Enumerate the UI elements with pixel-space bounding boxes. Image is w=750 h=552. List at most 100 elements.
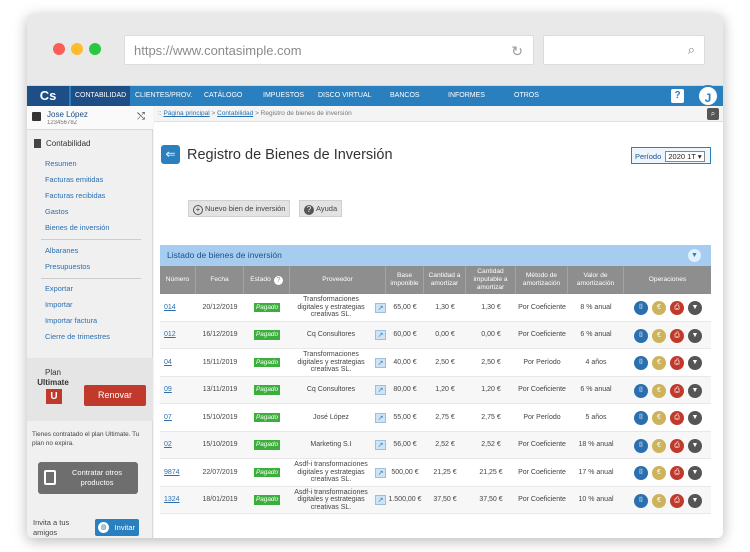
- minimize-dot[interactable]: [71, 43, 83, 55]
- print-icon[interactable]: ⎙: [670, 438, 684, 453]
- sidebar-item-cierre-trimestres[interactable]: Cierre de trimestres: [45, 332, 110, 341]
- chart-icon[interactable]: ↗: [375, 302, 386, 313]
- period-select[interactable]: 2020 1T ▾: [665, 151, 705, 162]
- attach-icon[interactable]: ⌷: [634, 411, 648, 425]
- print-icon[interactable]: ⎙: [670, 356, 684, 370]
- attach-icon[interactable]: ⌷: [634, 383, 648, 398]
- chart-icon[interactable]: ↗: [375, 467, 386, 478]
- row-number[interactable]: 04: [160, 349, 196, 376]
- coins-icon[interactable]: €: [652, 466, 666, 480]
- sidebar-item-importar-factura[interactable]: Importar factura: [45, 316, 97, 325]
- breadcrumb-section[interactable]: Contabilidad: [217, 110, 253, 117]
- chevron-down-icon[interactable]: ▼: [688, 411, 702, 425]
- print-icon[interactable]: ⎙: [670, 301, 684, 315]
- chevron-down-icon[interactable]: ▼: [688, 438, 702, 453]
- close-dot[interactable]: [53, 43, 65, 55]
- sidebar-item-bienes-inversion[interactable]: Bienes de inversión: [45, 223, 110, 232]
- print-icon[interactable]: ⎙: [670, 383, 684, 398]
- print-icon[interactable]: ⎙: [670, 411, 684, 425]
- sidebar-item-resumen[interactable]: Resumen: [45, 159, 77, 168]
- col-proveedor[interactable]: Proveedor: [290, 266, 386, 294]
- user-name[interactable]: Jose López: [47, 110, 88, 119]
- coins-icon[interactable]: €: [652, 301, 666, 315]
- coins-icon[interactable]: €: [652, 383, 666, 398]
- attach-icon[interactable]: ⌷: [634, 466, 648, 480]
- coins-icon[interactable]: €: [652, 356, 666, 370]
- sidebar-item-facturas-recibidas[interactable]: Facturas recibidas: [45, 191, 105, 200]
- maximize-dot[interactable]: [89, 43, 101, 55]
- shuffle-icon[interactable]: ⤭: [137, 111, 145, 122]
- chart-icon[interactable]: ↗: [375, 440, 386, 450]
- chevron-down-icon[interactable]: ▼: [688, 493, 702, 508]
- new-asset-button[interactable]: + Nuevo bien de inversión: [188, 200, 291, 217]
- chevron-down-icon[interactable]: ▼: [688, 328, 702, 343]
- nav-contabilidad[interactable]: CONTABILIDAD: [71, 86, 131, 106]
- back-icon[interactable]: ⇐: [161, 145, 180, 164]
- chevron-down-icon[interactable]: ▼: [688, 356, 702, 370]
- attach-icon[interactable]: ⌷: [634, 301, 648, 315]
- question-icon[interactable]: ?: [273, 275, 283, 285]
- chart-icon[interactable]: ↗: [375, 412, 386, 423]
- row-number[interactable]: 07: [160, 404, 196, 431]
- print-icon[interactable]: ⎙: [670, 493, 684, 508]
- nav-bancos[interactable]: BANCOS: [390, 86, 420, 106]
- coins-icon[interactable]: €: [652, 411, 666, 425]
- user-box[interactable]: Jose López 12345678Z ⤭: [27, 106, 153, 130]
- col-metodo[interactable]: Método de amortización: [516, 266, 568, 294]
- sidebar-item-gastos[interactable]: Gastos: [45, 207, 68, 216]
- browser-search-bar[interactable]: ⌕: [543, 35, 705, 65]
- renew-button[interactable]: Renovar: [84, 385, 146, 406]
- avatar[interactable]: J: [697, 85, 719, 107]
- invite-button[interactable]: ◍ Invitar: [95, 519, 139, 536]
- coins-icon[interactable]: €: [652, 438, 666, 453]
- attach-icon[interactable]: ⌷: [634, 493, 648, 508]
- chart-icon[interactable]: ↗: [375, 357, 386, 368]
- period-selector[interactable]: Período 2020 1T ▾: [631, 147, 711, 164]
- url-bar[interactable]: https://www.contasimple.com ↻: [124, 35, 534, 65]
- chevron-down-icon[interactable]: ▼: [688, 383, 702, 398]
- app-logo[interactable]: Cs: [27, 86, 69, 106]
- col-fecha[interactable]: Fecha: [196, 266, 244, 294]
- chevron-down-icon[interactable]: ▼: [688, 301, 702, 315]
- row-number[interactable]: 014: [160, 294, 196, 321]
- col-base[interactable]: Base imponible: [386, 266, 424, 294]
- row-number[interactable]: 02: [160, 432, 196, 459]
- sidebar-item-albaranes[interactable]: Albaranes: [45, 246, 78, 255]
- nav-catalogo[interactable]: CATÁLOGO: [204, 86, 242, 106]
- zoom-icon[interactable]: ⌕: [707, 108, 719, 120]
- nav-informes[interactable]: INFORMES: [448, 86, 485, 106]
- chart-icon[interactable]: ↗: [375, 330, 386, 340]
- col-imputable[interactable]: Cantidad imputable a amortizar: [466, 266, 516, 294]
- reload-icon[interactable]: ↻: [511, 43, 523, 60]
- nav-impuestos[interactable]: IMPUESTOS: [263, 86, 304, 106]
- chevron-down-icon[interactable]: ▼: [688, 466, 702, 480]
- sidebar-item-importar[interactable]: Importar: [45, 300, 73, 309]
- col-valor[interactable]: Valor de amortización: [568, 266, 624, 294]
- chart-icon[interactable]: ↗: [375, 495, 386, 505]
- nav-disco-virtual[interactable]: DISCO VIRTUAL: [318, 86, 372, 106]
- attach-icon[interactable]: ⌷: [634, 328, 648, 343]
- row-number[interactable]: 1324: [160, 487, 196, 514]
- collapse-icon[interactable]: ▼: [688, 249, 701, 262]
- contract-button[interactable]: Contratar otros productos: [38, 462, 138, 494]
- nav-otros[interactable]: OTROS: [514, 86, 539, 106]
- chart-icon[interactable]: ↗: [375, 385, 386, 395]
- help-icon[interactable]: ?: [671, 89, 684, 103]
- sidebar-item-exportar[interactable]: Exportar: [45, 284, 73, 293]
- attach-icon[interactable]: ⌷: [634, 438, 648, 453]
- coins-icon[interactable]: €: [652, 328, 666, 343]
- print-icon[interactable]: ⎙: [670, 328, 684, 343]
- row-number[interactable]: 09: [160, 377, 196, 404]
- sidebar-item-facturas-emitidas[interactable]: Facturas emitidas: [45, 175, 103, 184]
- attach-icon[interactable]: ⌷: [634, 356, 648, 370]
- coins-icon[interactable]: €: [652, 493, 666, 508]
- row-number[interactable]: 9874: [160, 459, 196, 486]
- col-numero[interactable]: Número: [160, 266, 196, 294]
- row-number[interactable]: 012: [160, 322, 196, 349]
- col-cantidad[interactable]: Cantidad a amortizar: [424, 266, 466, 294]
- nav-clientes[interactable]: CLIENTES/PROV.: [135, 86, 192, 106]
- col-estado[interactable]: Estado?: [244, 266, 290, 294]
- help-button[interactable]: ? Ayuda: [299, 200, 343, 217]
- breadcrumb-home[interactable]: Página principal: [163, 110, 209, 117]
- print-icon[interactable]: ⎙: [670, 466, 684, 480]
